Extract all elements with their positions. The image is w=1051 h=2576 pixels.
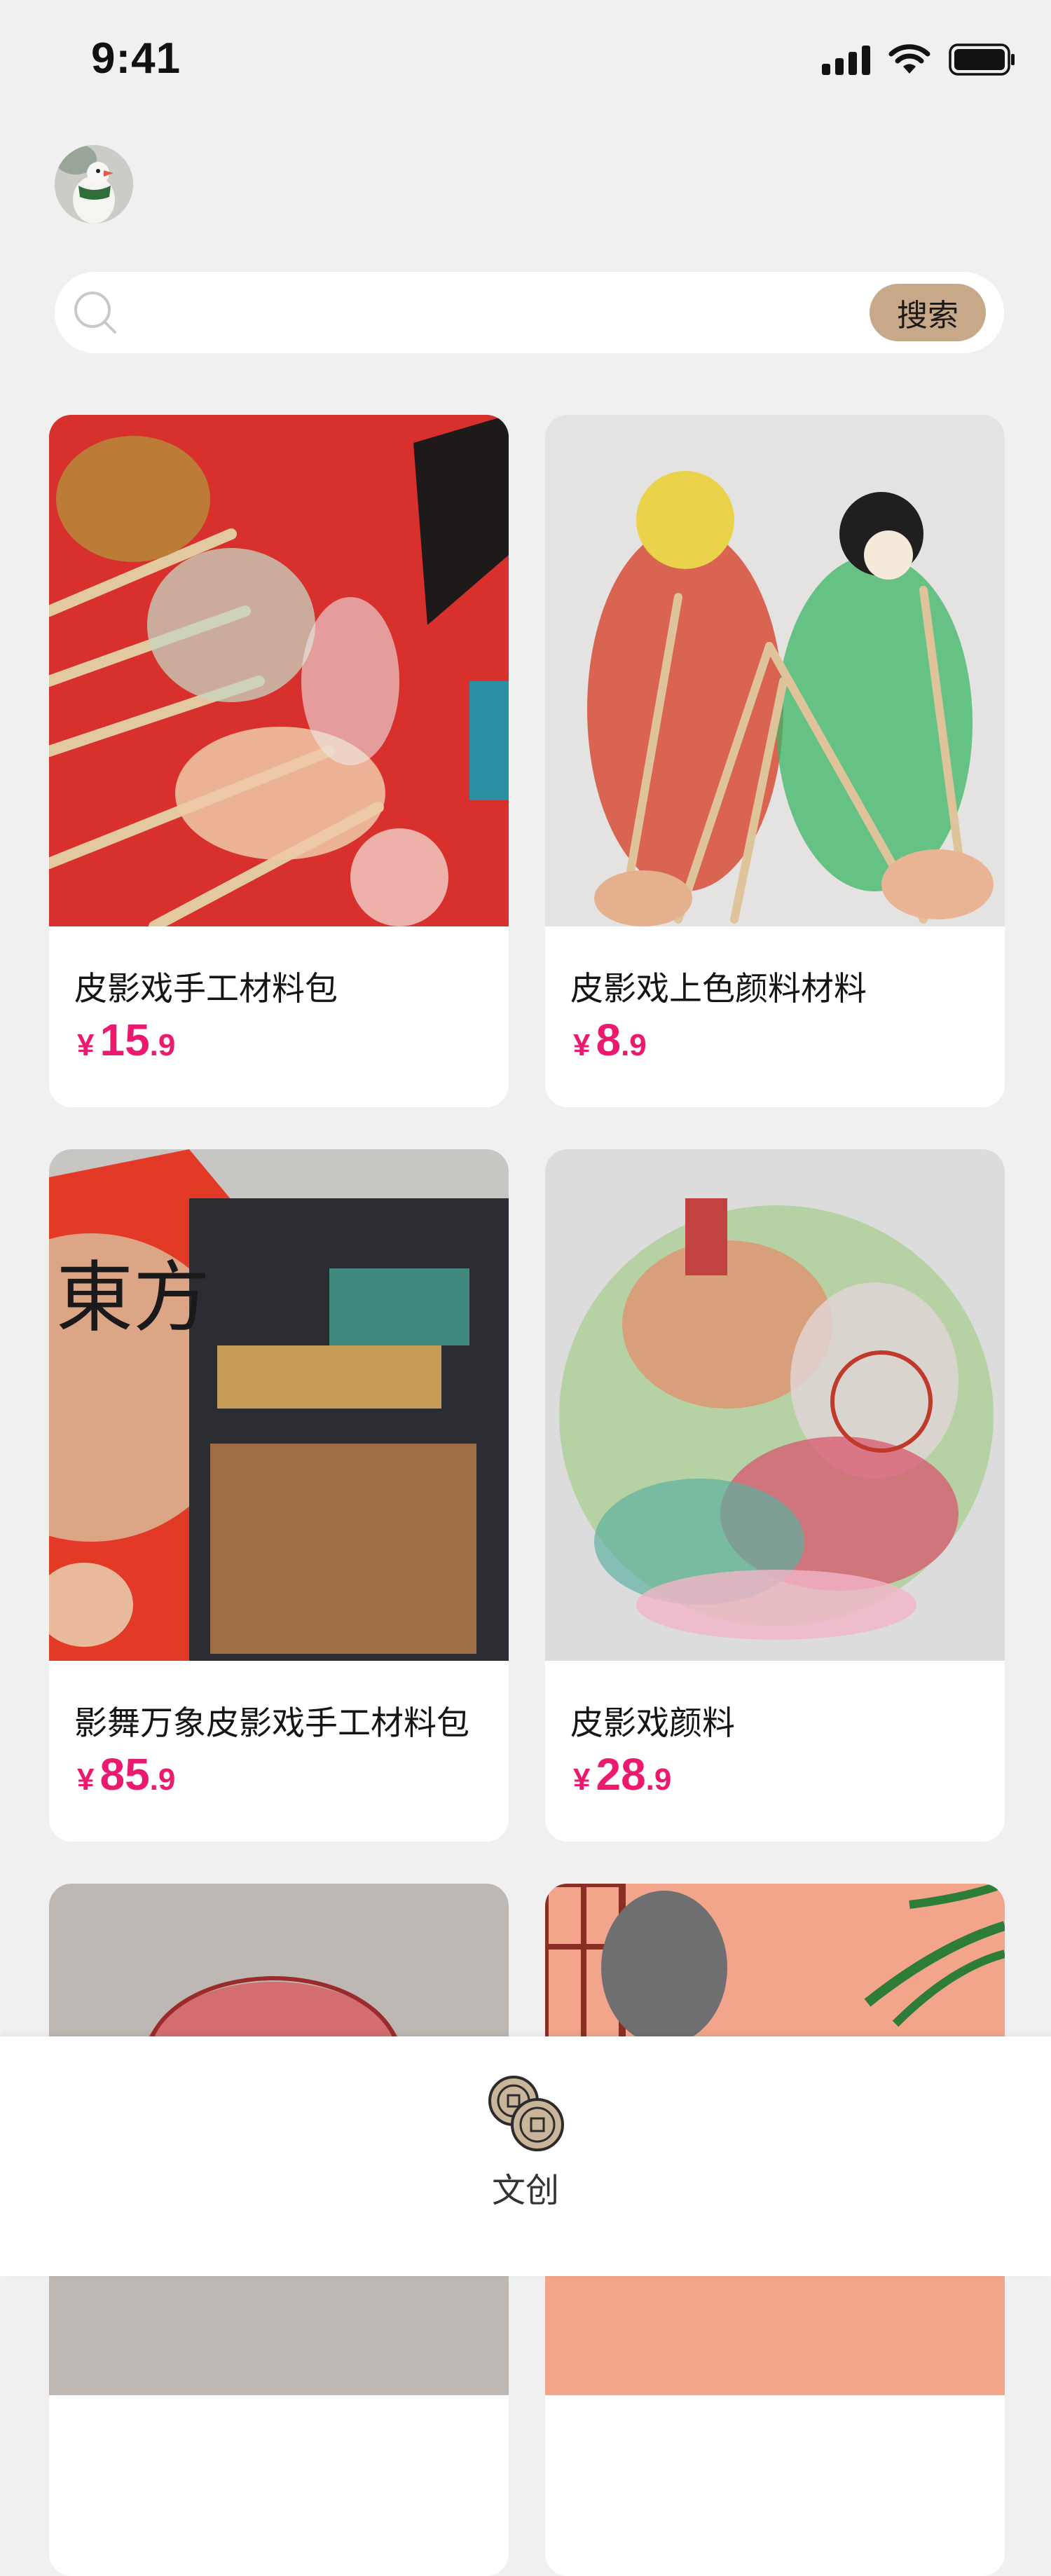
product-image (545, 415, 1005, 926)
product-card[interactable]: 皮影戏手工材料包 ¥15.9 (49, 415, 509, 1107)
product-title: 皮影戏手工材料包 (74, 970, 338, 1008)
product-price (573, 2483, 579, 2535)
tab-label: 文创 (491, 2171, 559, 2210)
product-image (545, 1149, 1005, 1661)
product-card[interactable]: 東方 影舞万象皮影戏手工材料包 ¥85.9 (49, 1149, 509, 1842)
status-bar: 9:41 (0, 0, 1051, 126)
product-price: ¥28.9 (573, 1749, 672, 1800)
search-bar: 搜索 (55, 272, 1004, 353)
product-card[interactable]: 皮影戏上色颜料材料 ¥8.9 (545, 415, 1005, 1107)
tab-wenchuang[interactable]: 文创 (476, 2069, 575, 2212)
wifi-icon (888, 44, 930, 75)
status-time: 9:41 (91, 34, 181, 83)
product-price: ¥15.9 (77, 1015, 176, 1065)
product-price: ¥85.9 (77, 1749, 176, 1800)
product-price: ¥8.9 (573, 1015, 647, 1065)
battery-icon (949, 43, 1016, 76)
product-card[interactable]: 皮影戏颜料 ¥28.9 (545, 1149, 1005, 1842)
product-title: 影舞万象皮影戏手工材料包 (74, 1704, 469, 1743)
bottom-tab-bar: 文创 (0, 2036, 1051, 2276)
product-price (77, 2483, 83, 2535)
signal-icon (822, 44, 870, 75)
search-button[interactable]: 搜索 (870, 284, 986, 341)
coins-icon (488, 2076, 564, 2151)
user-avatar[interactable] (55, 145, 133, 224)
product-image-text: 東方 (56, 1253, 210, 1343)
product-image: 東方 (49, 1149, 509, 1661)
product-title: 皮影戏颜料 (570, 1704, 735, 1743)
product-image (49, 415, 509, 926)
search-icon (74, 292, 116, 334)
status-icons (822, 43, 1016, 76)
search-input[interactable] (132, 286, 835, 341)
product-title: 皮影戏上色颜料材料 (570, 970, 867, 1008)
